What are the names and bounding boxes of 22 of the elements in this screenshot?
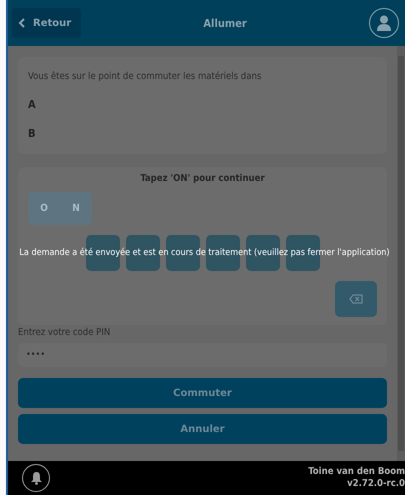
info-text: Vous êtes sur le point de commuter les matériels dans xyxy=(28,71,262,82)
bell-icon xyxy=(30,471,42,485)
scrollbar[interactable] xyxy=(397,46,405,461)
pin-field[interactable]: •••• xyxy=(18,343,387,367)
notification-button[interactable] xyxy=(22,464,50,492)
commit-button[interactable]: Commuter xyxy=(18,378,387,408)
confirm-prompt: Tapez 'ON' pour continuer xyxy=(139,173,266,184)
back-button[interactable]: Retour xyxy=(12,8,82,38)
pin-label: Entrez votre code PIN xyxy=(18,327,112,338)
backspace-icon xyxy=(349,294,363,304)
user-avatar-button[interactable] xyxy=(369,8,399,38)
typed-char: O xyxy=(40,203,48,214)
cancel-button[interactable]: Annuler xyxy=(18,414,387,444)
processing-message: La demande a été envoyée et est en cours de traitement (veuillez pas fermer l'application) xyxy=(18,248,391,258)
equipment-name: A xyxy=(28,98,37,111)
equipment-name: B xyxy=(28,127,37,140)
page-title: Allumer xyxy=(202,16,248,30)
user-icon xyxy=(377,15,391,31)
app-version: v2.72.0-rc.0 xyxy=(347,478,405,490)
chevron-left-icon xyxy=(18,18,27,28)
user-name: Toine van den Boom xyxy=(308,466,405,478)
typed-char: N xyxy=(72,203,80,214)
